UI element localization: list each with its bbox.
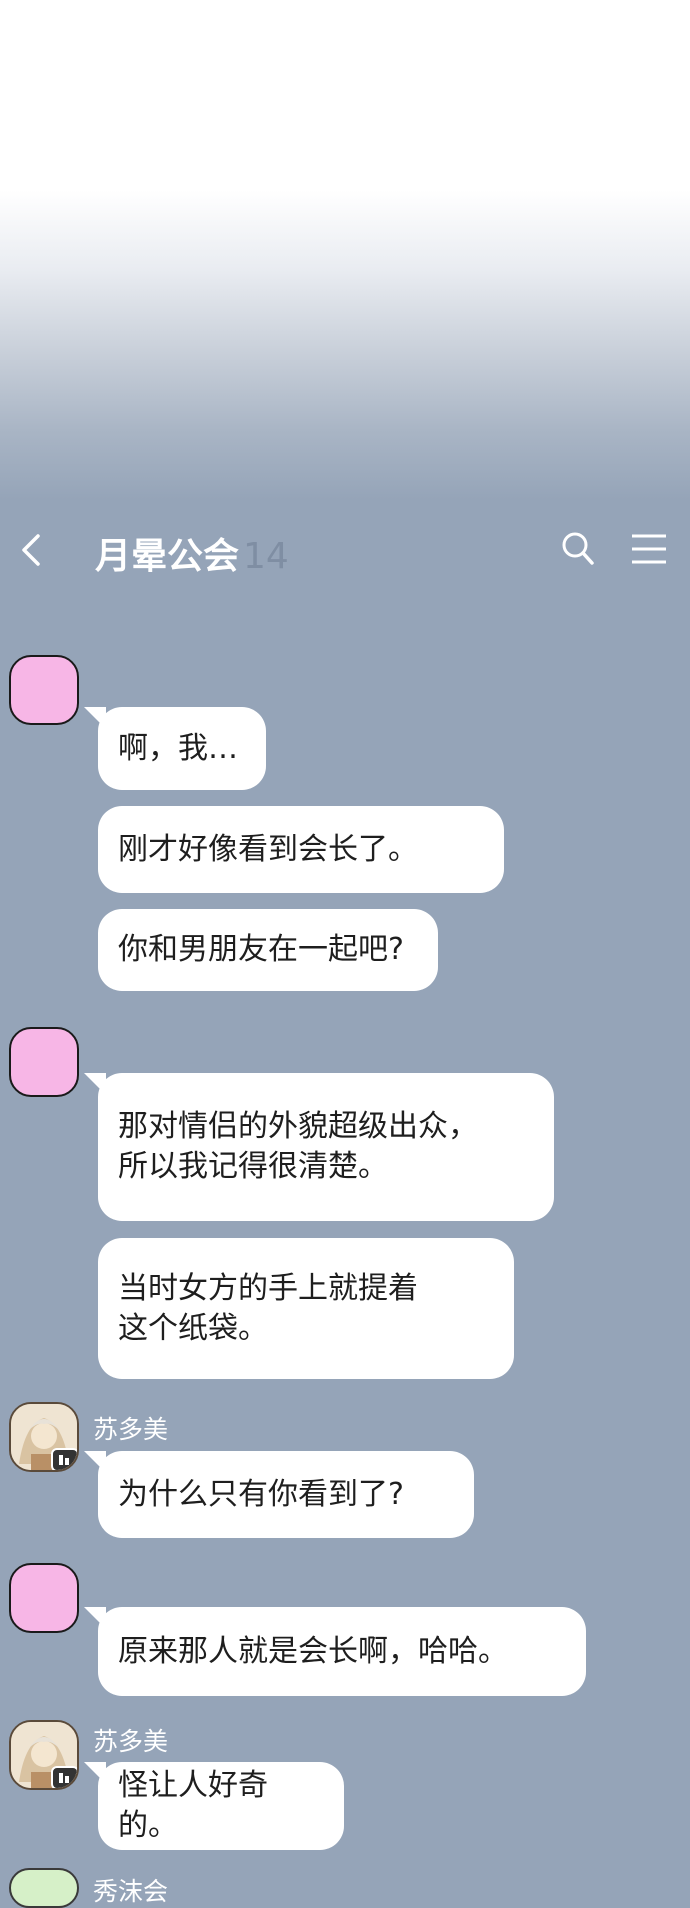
message-bubble[interactable]: 你和男朋友在一起吧?	[98, 909, 438, 991]
sender-name: 秀沫会	[93, 1877, 169, 1906]
avatar[interactable]	[9, 1563, 79, 1633]
message-bubble[interactable]: 怪让人好奇的。	[84, 1762, 344, 1850]
chevron-left-icon[interactable]	[18, 533, 48, 567]
message-text: 那对情侣的外貌超级出众， 所以我记得很清楚。	[118, 1109, 478, 1184]
message-text: 当时女方的手上就提着 这个纸袋。	[118, 1270, 418, 1346]
avatar[interactable]	[9, 1720, 79, 1790]
badge-icon	[51, 1448, 77, 1470]
message-bubble[interactable]: 那对情侣的外貌超级出众， 所以我记得很清楚。	[84, 1073, 554, 1221]
avatar[interactable]	[9, 1868, 79, 1908]
message-text: 为什么只有你看到了?	[118, 1476, 404, 1512]
avatar[interactable]	[9, 655, 79, 725]
avatar[interactable]	[9, 1402, 79, 1472]
message-text: 刚才好像看到会长了。	[118, 831, 418, 867]
search-icon[interactable]	[560, 529, 596, 569]
hamburger-menu-icon[interactable]	[630, 533, 668, 565]
message-bubble[interactable]: 为什么只有你看到了?	[84, 1451, 474, 1538]
badge-icon	[51, 1766, 77, 1788]
message-bubble[interactable]: 刚才好像看到会长了。	[98, 806, 504, 893]
member-count: 14	[243, 536, 289, 577]
chat-header: 月晕公会 14	[0, 515, 690, 585]
message-text: 你和男朋友在一起吧?	[118, 932, 404, 967]
chat-title: 月晕公会 14	[95, 527, 289, 579]
group-name: 月晕公会	[95, 536, 240, 577]
message-text: 怪让人好奇的。	[118, 1768, 268, 1843]
sender-name: 苏多美	[93, 1415, 169, 1444]
message-text: 啊，我…	[118, 730, 238, 766]
message-text: 原来那人就是会长啊，哈哈。	[118, 1633, 508, 1669]
message-bubble[interactable]: 啊，我…	[84, 707, 266, 790]
message-bubble[interactable]: 原来那人就是会长啊，哈哈。	[84, 1607, 586, 1696]
top-fade-background	[0, 0, 690, 500]
avatar[interactable]	[9, 1027, 79, 1097]
sender-name: 苏多美	[93, 1727, 169, 1756]
message-bubble[interactable]: 当时女方的手上就提着 这个纸袋。	[98, 1238, 514, 1379]
